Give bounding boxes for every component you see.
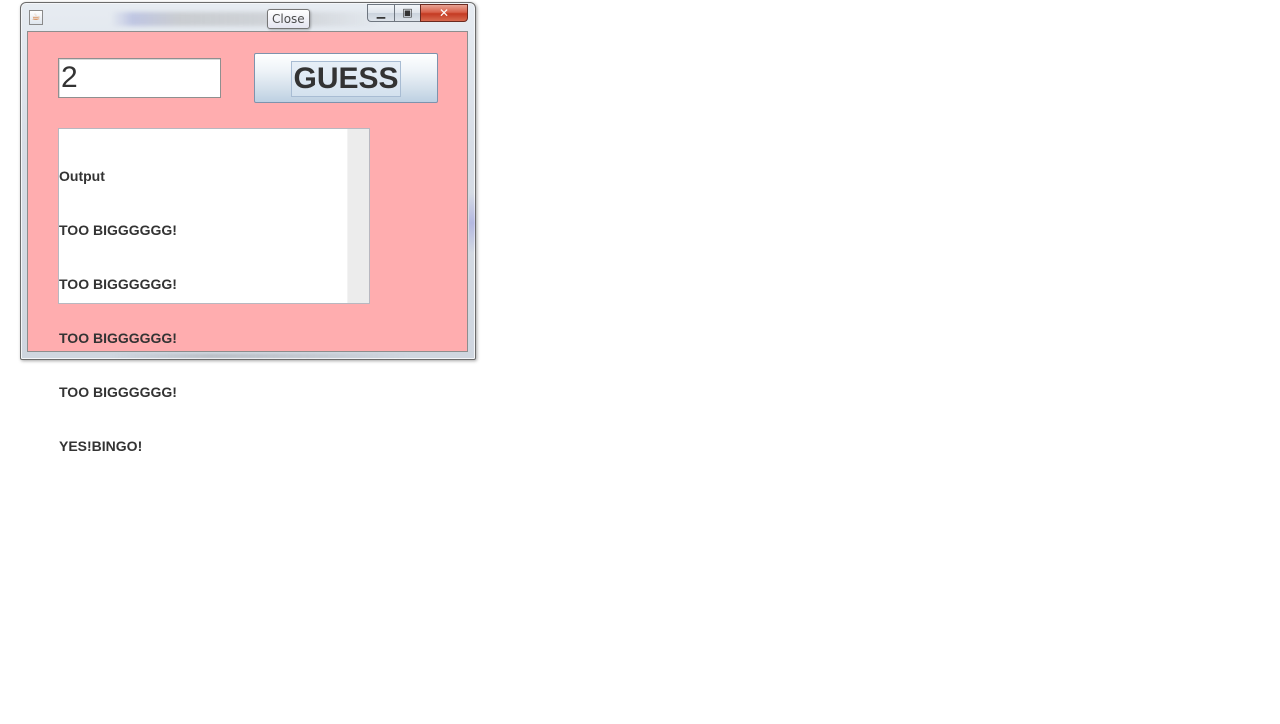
background-text-blurred [111,354,411,358]
maximize-icon: ▣ [402,6,413,19]
minimize-icon: ▁ [376,6,386,19]
guess-button[interactable]: GUESS [254,53,438,103]
guess-button-label: GUESS [291,61,401,97]
java-icon[interactable]: ☕ [29,10,43,25]
app-window: ☕ Close ▁ ▣ ✕ 2 GUESS Output TOO BIGGGGG… [20,2,476,454]
close-button[interactable]: ✕ [420,4,468,22]
close-tooltip: Close [267,9,310,29]
close-icon: ✕ [438,6,450,20]
output-line: TOO BIGGGGGG! [59,330,177,346]
output-line: TOO BIGGGGGG! [59,222,177,238]
title-bar[interactable]: ☕ Close ▁ ▣ ✕ [21,3,475,31]
vertical-scrollbar[interactable] [347,129,369,303]
title-text-blurred [111,12,381,26]
output-line: YES!BINGO! [59,438,143,454]
content-panel: 2 GUESS Output TOO BIGGGGGG! TOO BIGGGGG… [27,31,468,454]
output-text-area[interactable]: Output TOO BIGGGGGG! TOO BIGGGGGG! TOO B… [58,128,370,454]
output-text: Output TOO BIGGGGGG! TOO BIGGGGGG! TOO B… [59,129,347,491]
maximize-button[interactable]: ▣ [394,4,420,22]
output-line: TOO BIGGGGGG! [59,384,177,400]
minimize-button[interactable]: ▁ [367,4,394,22]
output-heading: Output [59,168,105,184]
output-line: TOO BIGGGGGG! [59,276,177,292]
background-window-edge [469,193,475,253]
number-input[interactable]: 2 [58,58,221,98]
